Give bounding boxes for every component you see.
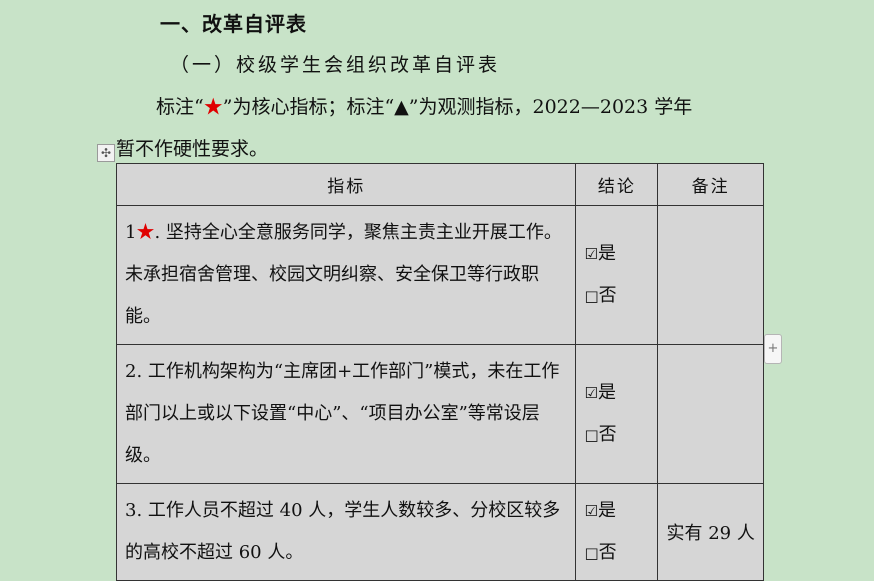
option-no-label: 否: [598, 542, 617, 563]
option-no-label: 否: [598, 424, 617, 445]
checked-box-icon[interactable]: ☑: [584, 245, 597, 263]
subsection-heading: （一）校级学生会组织改革自评表: [170, 54, 501, 76]
checked-box-icon[interactable]: ☑: [584, 502, 597, 520]
remark-cell[interactable]: 实有 29 人: [657, 483, 764, 581]
self-evaluation-table: 指标 结论 备注 1★. 坚持全心全意服务同学，聚焦主责主业开展工作。未承担宿舍…: [115, 163, 764, 581]
remark-cell[interactable]: [657, 205, 764, 345]
option-yes-label: 是: [597, 382, 616, 403]
core-star-icon: ★: [136, 222, 155, 243]
indicator-text: . 坚持全心全意服务同学，聚焦主责主业开展工作。未承担宿舍管理、校园文明纠察、安…: [125, 222, 562, 327]
option-yes[interactable]: ☑是: [584, 233, 657, 275]
empty-box-icon[interactable]: □: [584, 544, 598, 562]
section-heading: 一、改革自评表: [160, 12, 307, 36]
note-suffix: ”为观测指标，2022—2023 学年: [408, 96, 693, 118]
empty-box-icon[interactable]: □: [584, 287, 598, 305]
plus-icon[interactable]: +: [764, 334, 782, 364]
remark-cell[interactable]: [657, 344, 764, 484]
option-yes-label: 是: [597, 500, 616, 521]
table-row: 1★. 坚持全心全意服务同学，聚焦主责主业开展工作。未承担宿舍管理、校园文明纠察…: [115, 205, 764, 345]
indicator-number: 2: [125, 361, 137, 382]
move-cross-icon[interactable]: ✣: [97, 144, 115, 162]
option-no[interactable]: □否: [584, 532, 657, 574]
indicator-text: . 工作机构架构为“主席团+工作部门”模式，未在工作部门以上或以下设置“中心”、…: [125, 361, 560, 466]
conclusion-cell: ☑是 □否: [575, 344, 659, 484]
header-remark: 备注: [657, 163, 764, 206]
option-yes-label: 是: [597, 243, 616, 264]
note-paragraph: 标注“★”为核心指标；标注“▲”为观测指标，2022—2023 学年: [156, 92, 692, 119]
indicator-number: 3: [125, 500, 137, 521]
checked-box-icon[interactable]: ☑: [584, 384, 597, 402]
table-row: 3. 工作人员不超过 40 人，学生人数较多、分校区较多的高校不超过 60 人。…: [115, 483, 764, 581]
option-yes[interactable]: ☑是: [584, 490, 657, 532]
option-yes[interactable]: ☑是: [584, 372, 657, 414]
note-paragraph-continued: 暂不作硬性要求。: [116, 138, 269, 160]
note-prefix: 标注“: [156, 96, 204, 118]
observe-triangle-icon: ▲: [394, 96, 409, 118]
option-no[interactable]: □否: [584, 275, 657, 317]
table-header-row: 指标 结论 备注: [115, 163, 764, 206]
indicator-cell[interactable]: 3. 工作人员不超过 40 人，学生人数较多、分校区较多的高校不超过 60 人。: [115, 483, 577, 581]
option-no-label: 否: [598, 285, 617, 306]
conclusion-cell: ☑是 □否: [575, 483, 659, 581]
indicator-cell[interactable]: 2. 工作机构架构为“主席团+工作部门”模式，未在工作部门以上或以下设置“中心”…: [115, 344, 577, 484]
core-star-icon: ★: [203, 96, 223, 118]
indicator-number: 1: [125, 222, 137, 243]
indicator-text: . 工作人员不超过 40 人，学生人数较多、分校区较多的高校不超过 60 人。: [125, 500, 561, 563]
conclusion-cell: ☑是 □否: [575, 205, 659, 345]
header-indicator: 指标: [115, 163, 577, 206]
header-conclusion: 结论: [575, 163, 659, 206]
empty-box-icon[interactable]: □: [584, 426, 598, 444]
indicator-cell[interactable]: 1★. 坚持全心全意服务同学，聚焦主责主业开展工作。未承担宿舍管理、校园文明纠察…: [115, 205, 577, 345]
table-row: 2. 工作机构架构为“主席团+工作部门”模式，未在工作部门以上或以下设置“中心”…: [115, 344, 764, 484]
note-mid: ”为核心指标；标注“: [222, 96, 395, 118]
option-no[interactable]: □否: [584, 414, 657, 456]
